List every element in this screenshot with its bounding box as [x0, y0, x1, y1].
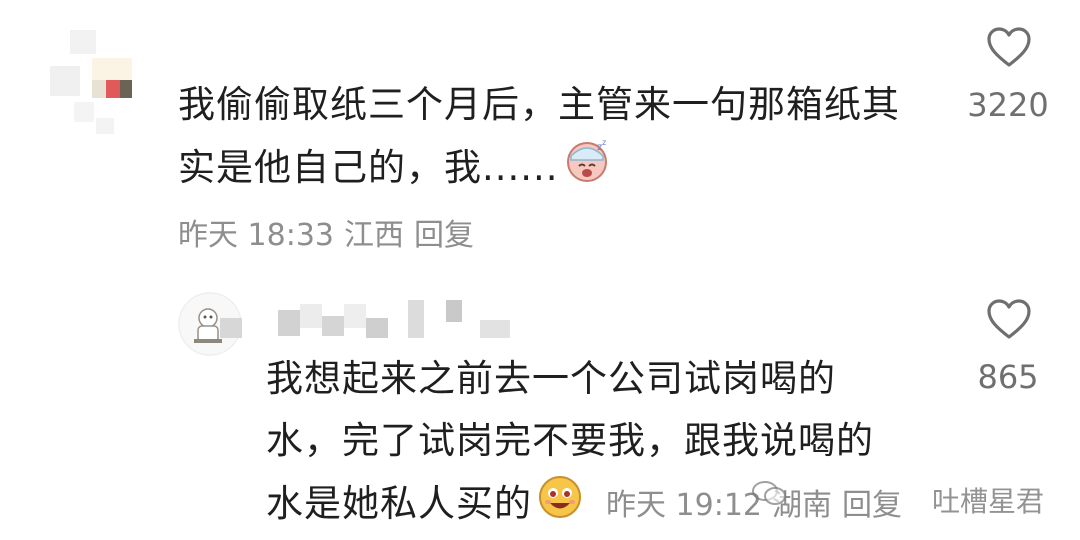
comment-line: 实是他自己的，我...... z z: [178, 136, 958, 203]
comment-meta: 昨天 18:33 江西 回复: [178, 210, 484, 254]
like-button[interactable]: [986, 298, 1032, 340]
watermark: [752, 480, 794, 506]
like-count: 3220: [967, 86, 1049, 124]
sleepy-face-emoji: z z: [563, 136, 611, 203]
reply-button[interactable]: 回复: [414, 218, 474, 253]
avatar[interactable]: [40, 30, 140, 140]
wechat-icon: [752, 480, 786, 506]
comment-line: 水，完了试岗完不要我，跟我说喝的: [266, 419, 874, 462]
like-button[interactable]: [986, 26, 1032, 68]
username-censored[interactable]: [220, 300, 530, 340]
comment-location: 江西: [344, 218, 404, 253]
svg-text:z: z: [602, 138, 607, 147]
comment-text: 我偷偷取纸三个月后，主管来一句那箱纸其 实是他自己的，我...... z z: [178, 74, 958, 203]
comment-time: 昨天 18:33: [178, 218, 334, 253]
comment-line: 我偷偷取纸三个月后，主管来一句那箱纸其: [178, 83, 900, 126]
watermark-text: 吐槽星君: [932, 485, 1045, 518]
heart-icon: [987, 27, 1031, 67]
comment-time: 昨天 19:12: [606, 488, 762, 523]
grinning-face-emoji: [536, 472, 584, 539]
reply-button[interactable]: 回复: [842, 488, 902, 523]
comment-line: 我想起来之前去一个公司试岗喝的: [266, 357, 836, 400]
heart-icon: [987, 299, 1031, 339]
like-count: 865: [977, 358, 1039, 396]
